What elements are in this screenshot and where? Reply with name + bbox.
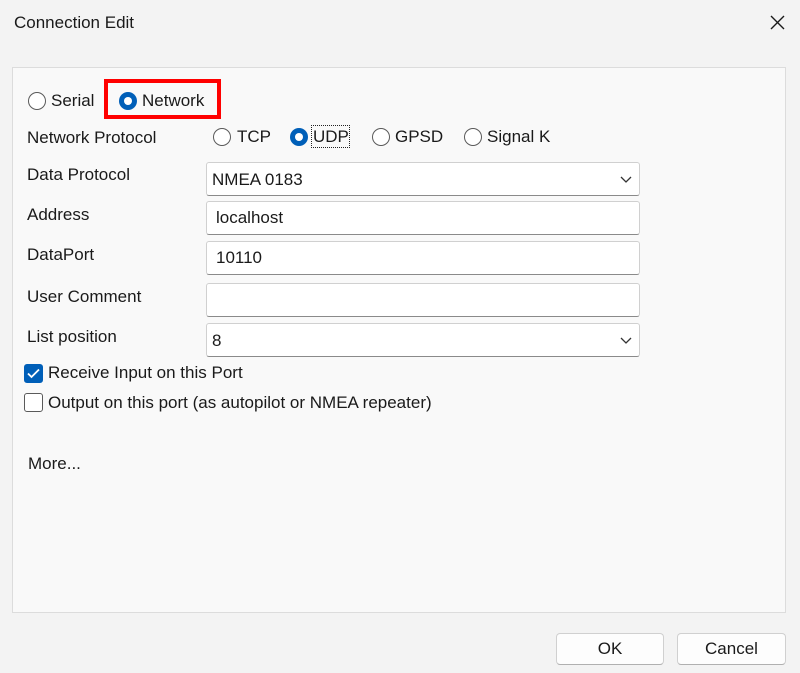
window-title: Connection Edit (14, 13, 135, 32)
receive-input-label[interactable]: Receive Input on this Port (48, 363, 243, 383)
tcp-radio-label[interactable]: TCP (237, 127, 271, 147)
serial-radio-label[interactable]: Serial (51, 91, 94, 111)
address-value: localhost (216, 208, 284, 227)
data-port-value: 10110 (216, 248, 263, 267)
data-protocol-select[interactable]: NMEA 0183 (206, 162, 640, 196)
network-radio-label[interactable]: Network (142, 91, 204, 111)
chevron-down-icon (620, 176, 632, 183)
checkmark-icon (27, 368, 40, 379)
list-position-label: List position (27, 327, 117, 346)
receive-input-checkbox[interactable] (24, 364, 43, 383)
udp-radio-label[interactable]: UDP (313, 127, 349, 147)
output-port-label[interactable]: Output on this port (as autopilot or NME… (48, 393, 432, 413)
data-port-label: DataPort (27, 245, 95, 264)
close-icon (770, 15, 785, 30)
close-button[interactable] (754, 0, 800, 46)
data-protocol-label: Data Protocol (27, 165, 130, 184)
cancel-button[interactable]: Cancel (677, 633, 786, 665)
network-protocol-label: Network Protocol (27, 128, 157, 147)
ok-button[interactable]: OK (556, 633, 664, 665)
user-comment-label: User Comment (27, 287, 142, 306)
gpsd-radio-label[interactable]: GPSD (395, 127, 443, 147)
serial-radio[interactable] (28, 92, 46, 110)
gpsd-radio[interactable] (372, 128, 390, 146)
data-protocol-value: NMEA 0183 (212, 170, 303, 189)
chevron-down-icon (620, 337, 632, 344)
list-position-value: 8 (212, 331, 222, 350)
udp-radio[interactable] (290, 128, 308, 146)
data-port-input[interactable]: 10110 (206, 241, 640, 275)
user-comment-input[interactable] (206, 283, 640, 317)
list-position-select[interactable]: 8 (206, 323, 640, 357)
title-bar: Connection Edit (0, 0, 800, 46)
network-radio[interactable] (119, 92, 137, 110)
output-port-checkbox[interactable] (24, 393, 43, 412)
signal-k-radio[interactable] (464, 128, 482, 146)
more-link[interactable]: More... (28, 454, 81, 474)
address-input[interactable]: localhost (206, 201, 640, 235)
address-label: Address (27, 205, 90, 224)
tcp-radio[interactable] (213, 128, 231, 146)
signal-k-radio-label[interactable]: Signal K (487, 127, 550, 147)
